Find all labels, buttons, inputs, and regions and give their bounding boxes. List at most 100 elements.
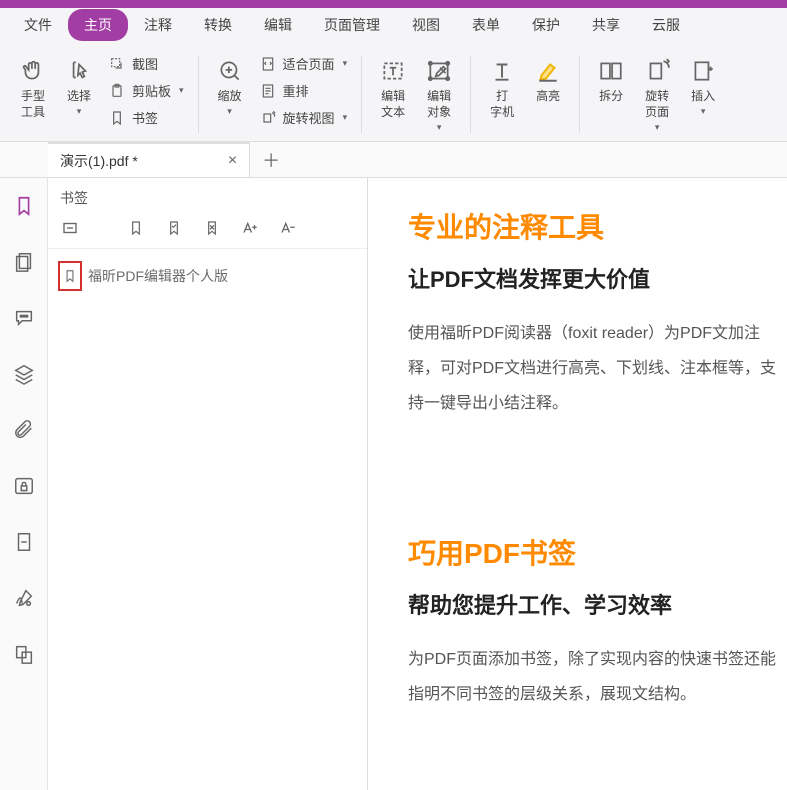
typewriter-icon	[489, 54, 515, 88]
nav-signatures[interactable]	[10, 584, 38, 612]
menu-edit[interactable]: 编辑	[248, 9, 308, 41]
zoom-button[interactable]: 缩放	[207, 50, 253, 137]
screenshot-button[interactable]: 截图	[102, 52, 190, 75]
panel-title: 书签	[48, 178, 367, 212]
clipboard-label: 剪贴板	[132, 81, 171, 100]
menu-file[interactable]: 文件	[8, 9, 68, 41]
menu-convert[interactable]: 转换	[188, 9, 248, 41]
clipboard-icon	[108, 82, 126, 100]
page-content: 专业的注释工具 让PDF文档发挥更大价值 使用福昕PDF阅读器（foxit re…	[368, 178, 787, 790]
zoom-icon	[217, 54, 243, 88]
nav-security[interactable]	[10, 472, 38, 500]
rotate-view-icon	[259, 109, 277, 127]
screenshot-icon	[108, 55, 126, 73]
chevron-down-icon	[437, 122, 442, 133]
hand-tool-label: 手型 工具	[21, 88, 45, 120]
menu-view[interactable]: 视图	[396, 9, 456, 41]
bookmark-delete-button[interactable]	[202, 218, 222, 238]
chevron-down-icon	[77, 106, 82, 117]
nav-layers[interactable]	[10, 360, 38, 388]
insert-icon	[690, 54, 716, 88]
chevron-down-icon	[343, 58, 348, 69]
fit-page-icon	[259, 55, 277, 73]
rotate-page-label: 旋转 页面	[645, 88, 669, 120]
nav-attachments[interactable]	[10, 416, 38, 444]
bookmark-item-label: 福昕PDF编辑器个人版	[88, 266, 228, 286]
menu-share[interactable]: 共享	[576, 9, 636, 41]
text-smaller-button[interactable]	[278, 218, 298, 238]
menu-protect[interactable]: 保护	[516, 9, 576, 41]
bookmark-icon	[108, 109, 126, 127]
highlight-label: 高亮	[536, 88, 560, 104]
fit-page-label: 适合页面	[283, 54, 335, 73]
new-tab-button[interactable]: ＋	[262, 147, 280, 173]
select-icon	[66, 54, 92, 88]
menu-cloud[interactable]: 云服	[636, 9, 696, 41]
reflow-button[interactable]: 重排	[253, 79, 354, 102]
menu-home[interactable]: 主页	[68, 9, 128, 41]
insert-button[interactable]: 插入	[680, 50, 726, 137]
bookmark-label: 书签	[132, 108, 158, 127]
rotate-page-icon	[644, 54, 670, 88]
new-bookmark-button[interactable]	[126, 218, 146, 238]
chevron-down-icon	[227, 106, 232, 117]
fit-page-button[interactable]: 适合页面	[253, 52, 354, 75]
document-tabs: 演示(1).pdf * × ＋	[0, 142, 787, 178]
edit-text-icon	[380, 54, 406, 88]
clipboard-button[interactable]: 剪贴板	[102, 79, 190, 102]
select-tool-button[interactable]: 选择	[56, 50, 102, 137]
rotate-view-label: 旋转视图	[283, 108, 335, 127]
edit-object-icon	[426, 54, 452, 88]
titlebar-accent	[0, 0, 60, 8]
expand-collapse-button[interactable]	[60, 218, 80, 238]
section2-subtitle: 帮助您提升工作、学习效率	[408, 588, 787, 620]
nav-pages[interactable]	[10, 248, 38, 276]
split-label: 拆分	[599, 88, 623, 104]
chevron-down-icon	[343, 112, 348, 123]
nav-compare[interactable]	[10, 640, 38, 668]
section2-paragraph: 为PDF页面添加书签，除了实现内容的快速书签还能指明不同书签的层级关系，展现文结…	[408, 642, 787, 712]
menu-comment[interactable]: 注释	[128, 9, 188, 41]
highlight-icon	[535, 54, 561, 88]
bookmark-panel: 书签 福昕PDF编辑器个人版	[48, 178, 368, 790]
typewriter-label: 打 字机	[490, 88, 514, 120]
group-separator	[361, 56, 362, 133]
document-tab[interactable]: 演示(1).pdf * ×	[48, 142, 250, 177]
bookmark-button[interactable]: 书签	[102, 106, 190, 129]
nav-fields[interactable]	[10, 528, 38, 556]
screenshot-label: 截图	[132, 54, 158, 73]
chevron-down-icon	[701, 106, 706, 117]
section2-title: 巧用PDF书签	[408, 532, 787, 572]
highlight-button[interactable]: 高亮	[525, 50, 571, 137]
document-tab-label: 演示(1).pdf *	[60, 151, 138, 171]
bookmark-item[interactable]: 福昕PDF编辑器个人版	[58, 261, 357, 291]
chevron-down-icon	[655, 122, 660, 133]
split-button[interactable]: 拆分	[588, 50, 634, 137]
menu-page-manage[interactable]: 页面管理	[308, 9, 396, 41]
edit-object-button[interactable]: 编辑 对象	[416, 50, 462, 137]
reflow-icon	[259, 82, 277, 100]
edit-text-label: 编辑 文本	[381, 88, 405, 120]
bookmark-check-button[interactable]	[164, 218, 184, 238]
bookmark-list: 福昕PDF编辑器个人版	[48, 249, 367, 303]
group-separator	[198, 56, 199, 133]
group-separator	[579, 56, 580, 133]
nav-bookmarks[interactable]	[10, 192, 38, 220]
rotate-view-button[interactable]: 旋转视图	[253, 106, 354, 129]
rotate-page-button[interactable]: 旋转 页面	[634, 50, 680, 137]
close-tab-button[interactable]: ×	[228, 152, 237, 170]
bookmark-item-icon-highlight	[58, 261, 82, 291]
text-larger-button[interactable]	[240, 218, 260, 238]
typewriter-button[interactable]: 打 字机	[479, 50, 525, 137]
select-label: 选择	[67, 88, 91, 104]
ribbon-toolbar: 手型 工具 选择 截图 剪贴板	[0, 42, 787, 142]
menu-form[interactable]: 表单	[456, 9, 516, 41]
document-viewport[interactable]: 专业的注释工具 让PDF文档发挥更大价值 使用福昕PDF阅读器（foxit re…	[368, 178, 787, 790]
insert-label: 插入	[691, 88, 715, 104]
edit-text-button[interactable]: 编辑 文本	[370, 50, 416, 137]
hand-tool-button[interactable]: 手型 工具	[10, 50, 56, 137]
nav-comments[interactable]	[10, 304, 38, 332]
side-nav	[0, 178, 48, 790]
zoom-label: 缩放	[218, 88, 242, 104]
group-separator	[470, 56, 471, 133]
